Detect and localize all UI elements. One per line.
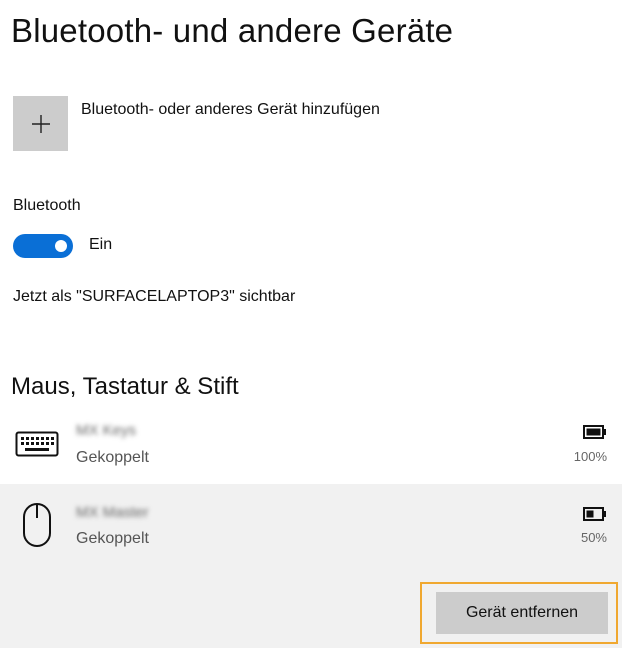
discoverable-status: Jetzt als "SURFACELAPTOP3" sichtbar — [13, 288, 296, 305]
mouse-icon — [23, 503, 51, 547]
device-status: Gekoppelt — [76, 530, 149, 547]
battery-full-icon — [583, 425, 606, 439]
bluetooth-toggle[interactable] — [13, 234, 73, 258]
battery-percentage: 100% — [573, 449, 607, 464]
bluetooth-label: Bluetooth — [13, 197, 81, 214]
device-row-keyboard[interactable]: MX Keys Gekoppelt 100% — [0, 410, 622, 484]
plus-icon — [31, 114, 50, 133]
remove-device-button[interactable]: Gerät entfernen — [436, 592, 608, 634]
page-title: Bluetooth- und andere Geräte — [11, 12, 454, 49]
battery-half-icon — [583, 507, 606, 521]
keyboard-icon — [15, 431, 59, 457]
battery-percentage: 50% — [580, 530, 607, 545]
device-name: MX Keys — [76, 422, 137, 439]
bluetooth-state-label: Ein — [89, 236, 113, 253]
device-name: MX Master — [76, 504, 149, 521]
add-device-row[interactable]: Bluetooth- oder anderes Gerät hinzufügen — [13, 96, 380, 151]
add-device-label[interactable]: Bluetooth- oder anderes Gerät hinzufügen — [81, 101, 380, 119]
section-heading-mouse-keyboard-pen: Maus, Tastatur & Stift — [11, 373, 239, 400]
device-status: Gekoppelt — [76, 449, 149, 466]
toggle-knob — [55, 240, 67, 252]
add-device-button[interactable] — [13, 96, 68, 151]
